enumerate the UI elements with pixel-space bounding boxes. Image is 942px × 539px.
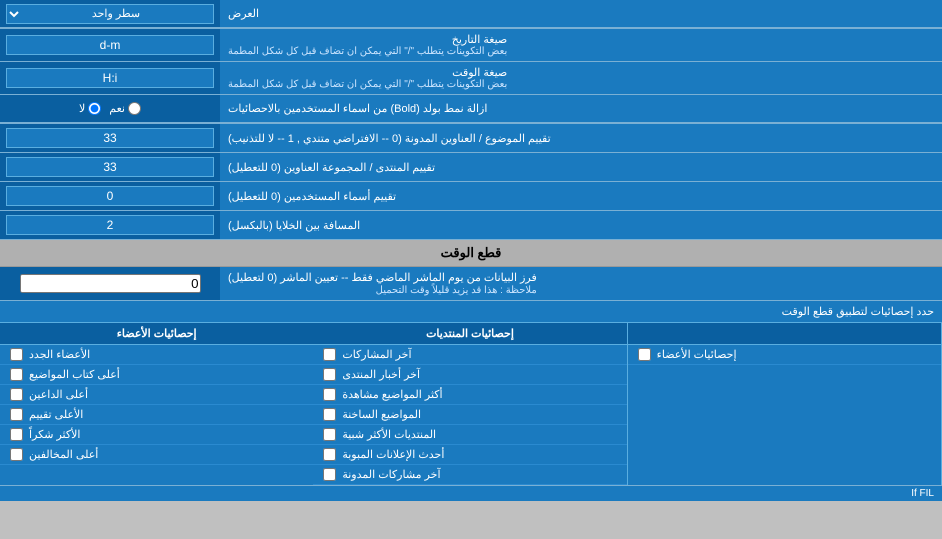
topic-address-input[interactable] — [6, 128, 214, 148]
stats-item: أعلى المخالفين — [0, 445, 313, 465]
cell-spacing-input-wrapper — [0, 211, 220, 239]
topic-address-row: تقييم الموضوع / العناوين المدونة (0 -- ا… — [0, 124, 942, 153]
topic-address-label: تقييم الموضوع / العناوين المدونة (0 -- ا… — [220, 124, 942, 152]
date-format-input-wrapper — [0, 29, 220, 61]
stat_members_stats-label[interactable]: إحصائيات الأعضاء — [657, 348, 737, 361]
stats-col1-header: إحصائيات الأعضاء — [0, 323, 313, 344]
stat_most_viewed-label[interactable]: أكثر المواضيع مشاهدة — [342, 388, 442, 401]
stat_recent_polls-checkbox[interactable] — [323, 468, 336, 481]
stat_recent_ads-label[interactable]: أحدث الإعلانات المبوبة — [342, 448, 444, 461]
stat_top_rated-label[interactable]: الأعلى تقييم — [29, 408, 83, 421]
stats-item: آخر أخبار المنتدى — [313, 365, 626, 385]
stats-item: أعلى الداعين — [0, 385, 313, 405]
stat_new_members-checkbox[interactable] — [10, 348, 23, 361]
cut-time-input[interactable] — [20, 274, 201, 293]
bold-remove-no-label[interactable]: لا — [79, 102, 101, 115]
user-names-input-wrapper — [0, 182, 220, 210]
stat_new_members-label[interactable]: الأعضاء الجدد — [29, 348, 90, 361]
stats-item: المنتديات الأكثر شبية — [313, 425, 626, 445]
stat_members_stats-checkbox[interactable] — [638, 348, 651, 361]
stats-item: الأعلى تقييم — [0, 405, 313, 425]
stat_most_liked-checkbox[interactable] — [323, 428, 336, 441]
stats-item: الأعضاء الجدد — [0, 345, 313, 365]
user-names-input[interactable] — [6, 186, 214, 206]
stat_top_posters-checkbox[interactable] — [10, 368, 23, 381]
cut-time-header: قطع الوقت — [0, 240, 942, 267]
stat_recent_shares-checkbox[interactable] — [323, 348, 336, 361]
display-select[interactable]: سطر واحدسطرينثلاثة أسطر — [6, 4, 214, 24]
bold-remove-label: ازالة نمط بولد (Bold) من اسماء المستخدمي… — [220, 95, 942, 123]
bold-remove-no-radio[interactable] — [88, 102, 101, 115]
stats-apply-row: حدد إحصائيات لتطبيق قطع الوقت — [0, 301, 942, 323]
display-label: العرض — [220, 0, 942, 28]
stat_old_topics-label[interactable]: المواضيع الساخنة — [342, 408, 421, 421]
cell-spacing-label: المسافة بين الخلايا (بالبكسل) — [220, 211, 942, 239]
stats-item: المواضيع الساخنة — [313, 405, 626, 425]
time-format-input-wrapper — [0, 62, 220, 94]
stat_top_watched-checkbox[interactable] — [10, 448, 23, 461]
bold-remove-options: نعم لا — [0, 95, 220, 123]
topic-address-input-wrapper — [0, 124, 220, 152]
stat_old_topics-checkbox[interactable] — [323, 408, 336, 421]
cell-spacing-input[interactable] — [6, 215, 214, 235]
date-format-row: صيغة التاريخ بعض التكوينات يتطلب "/" الت… — [0, 29, 942, 62]
bold-remove-yes-radio[interactable] — [128, 102, 141, 115]
bottom-note: If FIL — [0, 486, 942, 501]
stats-col3: إحصائيات الأعضاء — [628, 345, 942, 485]
stat_most_liked-label[interactable]: المنتديات الأكثر شبية — [342, 428, 436, 441]
stats-item: أحدث الإعلانات المبوبة — [313, 445, 626, 465]
date-format-input[interactable] — [6, 35, 214, 55]
stat_recent_polls-label[interactable]: آخر مشاركات المدونة — [342, 468, 440, 481]
display-row: العرض سطر واحدسطرينثلاثة أسطر — [0, 0, 942, 29]
forum-group-input[interactable] — [6, 157, 214, 177]
stats-item: أكثر المواضيع مشاهدة — [313, 385, 626, 405]
stats-rows: إحصائيات الأعضاء آخر المشاركات آخر أخبار … — [0, 345, 942, 486]
user-names-row: تقييم أسماء المستخدمين (0 للتعطيل) — [0, 182, 942, 211]
stat_top_watched-label[interactable]: أعلى المخالفين — [29, 448, 98, 461]
stats-item: الأكثر شكراً — [0, 425, 313, 445]
stat_top_rated-checkbox[interactable] — [10, 408, 23, 421]
user-names-label: تقييم أسماء المستخدمين (0 للتعطيل) — [220, 182, 942, 210]
stat_most_viewed-checkbox[interactable] — [323, 388, 336, 401]
stat_forum_news-label[interactable]: آخر أخبار المنتدى — [342, 368, 420, 381]
stat_most_thanked-checkbox[interactable] — [10, 428, 23, 441]
display-select-wrapper: سطر واحدسطرينثلاثة أسطر — [0, 0, 220, 28]
cut-time-label-cell: فرز البيانات من يوم الماشر الماضي فقط --… — [220, 267, 942, 300]
stats-item: آخر المشاركات — [313, 345, 626, 365]
time-format-row: صيغة الوقت بعض التكوينات يتطلب "/" التي … — [0, 62, 942, 95]
stat_top_givers-label[interactable]: أعلى الداعين — [29, 388, 88, 401]
stat_forum_news-checkbox[interactable] — [323, 368, 336, 381]
stats-item: آخر مشاركات المدونة — [313, 465, 626, 485]
stats-col2-header: إحصائيات المنتديات — [313, 323, 627, 344]
forum-group-label: تقييم المنتدى / المجموعة العناوين (0 للت… — [220, 153, 942, 181]
stat_top_givers-checkbox[interactable] — [10, 388, 23, 401]
stat_recent_shares-label[interactable]: آخر المشاركات — [342, 348, 411, 361]
bold-remove-row: ازالة نمط بولد (Bold) من اسماء المستخدمي… — [0, 95, 942, 124]
cut-time-row: فرز البيانات من يوم الماشر الماضي فقط --… — [0, 267, 942, 301]
stats-col2: آخر المشاركات آخر أخبار المنتدى أكثر الموا… — [313, 345, 627, 485]
stats-col1: الأعضاء الجدد أعلى كتاب المواضيع أعلى الدا… — [0, 345, 313, 485]
forum-group-input-wrapper — [0, 153, 220, 181]
stats-col3-header — [628, 323, 942, 344]
time-format-label: صيغة الوقت بعض التكوينات يتطلب "/" التي … — [220, 62, 942, 94]
stats-header: إحصائيات المنتديات إحصائيات الأعضاء — [0, 323, 942, 345]
stats-item: أعلى كتاب المواضيع — [0, 365, 313, 385]
stat_most_thanked-label[interactable]: الأكثر شكراً — [29, 428, 80, 441]
forum-group-row: تقييم المنتدى / المجموعة العناوين (0 للت… — [0, 153, 942, 182]
cell-spacing-row: المسافة بين الخلايا (بالبكسل) — [0, 211, 942, 240]
bold-remove-yes-label[interactable]: نعم — [109, 102, 141, 115]
stats-item: إحصائيات الأعضاء — [628, 345, 941, 365]
cut-time-input-wrapper — [0, 267, 220, 300]
date-format-label: صيغة التاريخ بعض التكوينات يتطلب "/" الت… — [220, 29, 942, 61]
stat_recent_ads-checkbox[interactable] — [323, 448, 336, 461]
time-format-input[interactable] — [6, 68, 214, 88]
stat_top_posters-label[interactable]: أعلى كتاب المواضيع — [29, 368, 120, 381]
